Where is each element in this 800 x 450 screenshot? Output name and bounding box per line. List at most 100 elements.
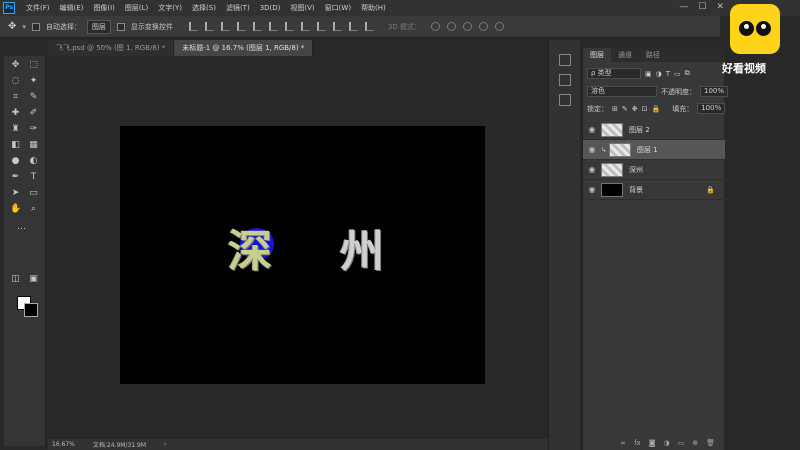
tab-paths[interactable]: 路径 <box>639 48 667 62</box>
gradient-tool-icon[interactable]: ▦ <box>28 140 39 151</box>
healing-brush-icon[interactable]: ✚ <box>10 108 21 119</box>
clone-stamp-icon[interactable]: ♜ <box>10 124 21 135</box>
minimize-icon[interactable]: — <box>679 2 688 12</box>
distribute-bottom-icon[interactable] <box>316 22 326 31</box>
3d-drag-icon[interactable] <box>462 22 472 31</box>
quick-mask-icon[interactable]: ◫ <box>10 274 21 285</box>
eraser-tool-icon[interactable]: ◧ <box>10 140 21 151</box>
blend-mode-dropdown[interactable]: 溶色 <box>587 86 657 97</box>
dodge-tool-icon[interactable]: ◐ <box>28 156 39 167</box>
menu-type[interactable]: 文字(Y) <box>153 3 187 13</box>
visibility-eye-icon[interactable]: ◉ <box>583 165 601 174</box>
properties-panel-icon[interactable] <box>559 74 571 86</box>
canvas[interactable]: 深 州 <box>120 126 485 384</box>
menu-file[interactable]: 文件(F) <box>21 3 55 13</box>
layer-style-icon[interactable]: fx <box>634 439 641 447</box>
menu-view[interactable]: 视图(V) <box>285 3 319 13</box>
align-vcenter-icon[interactable] <box>204 22 214 31</box>
new-layer-icon[interactable]: ⊕ <box>692 439 698 447</box>
auto-select-checkbox[interactable] <box>31 22 40 31</box>
show-transform-checkbox[interactable] <box>116 22 125 31</box>
blur-tool-icon[interactable]: ● <box>10 156 21 167</box>
status-menu-chevron-icon[interactable]: › <box>164 441 166 448</box>
filter-pixel-icon[interactable]: ▣ <box>645 70 652 78</box>
filter-smart-icon[interactable]: ⧉ <box>685 69 690 78</box>
move-tool-icon[interactable]: ✥ <box>8 21 16 32</box>
maximize-icon[interactable]: ☐ <box>698 2 706 12</box>
align-top-icon[interactable] <box>188 22 198 31</box>
eyedropper-icon[interactable]: ✎ <box>28 92 39 103</box>
menu-image[interactable]: 图像(I) <box>88 3 120 13</box>
align-bottom-icon[interactable] <box>220 22 230 31</box>
adjustments-panel-icon[interactable] <box>559 94 571 106</box>
tab-layers[interactable]: 图层 <box>583 48 611 62</box>
filter-shape-icon[interactable]: ▭ <box>674 70 681 78</box>
align-hcenter-icon[interactable] <box>252 22 262 31</box>
align-left-icon[interactable] <box>236 22 246 31</box>
3d-scale-icon[interactable] <box>494 22 504 31</box>
background-color-swatch[interactable] <box>24 303 38 317</box>
opacity-field[interactable]: 100% <box>700 86 729 97</box>
screen-mode-icon[interactable]: ▣ <box>28 274 39 285</box>
distribute-top-icon[interactable] <box>284 22 294 31</box>
zoom-tool-icon[interactable]: ⌕ <box>28 204 39 215</box>
crop-tool-icon[interactable]: ⌗ <box>10 92 21 103</box>
auto-select-target-dropdown[interactable]: 图层 <box>86 19 111 34</box>
align-right-icon[interactable] <box>268 22 278 31</box>
more-tools-icon[interactable]: … <box>16 222 27 233</box>
history-panel-icon[interactable] <box>559 54 571 66</box>
menu-edit[interactable]: 编辑(E) <box>55 3 89 13</box>
3d-roll-icon[interactable] <box>446 22 456 31</box>
new-group-icon[interactable]: ▭ <box>678 439 685 447</box>
menu-select[interactable]: 选择(S) <box>187 3 221 13</box>
menu-window[interactable]: 窗口(W) <box>320 3 356 13</box>
tab-untitled-1[interactable]: 未标题-1 @ 16.7% (图层 1, RGB/8) * <box>174 40 314 56</box>
lock-pixels-icon[interactable]: ⊞ <box>612 105 618 113</box>
close-icon[interactable]: ✕ <box>716 2 724 12</box>
lock-position-icon[interactable]: ✥ <box>632 105 638 113</box>
distribute-hcenter-icon[interactable] <box>348 22 358 31</box>
layer-row[interactable]: ◉ 背景 🔒 <box>583 180 725 200</box>
pen-tool-icon[interactable]: ✒ <box>10 172 21 183</box>
menu-help[interactable]: 帮助(H) <box>356 3 391 13</box>
filter-adjust-icon[interactable]: ◑ <box>656 70 662 78</box>
adjustment-layer-icon[interactable]: ◑ <box>664 439 670 447</box>
delete-layer-icon[interactable]: 🗑 <box>706 439 715 447</box>
rectangle-tool-icon[interactable]: ▭ <box>28 188 39 199</box>
marquee-tool-icon[interactable]: ⬚ <box>28 60 39 71</box>
type-tool-icon[interactable]: T <box>28 172 39 183</box>
distribute-right-icon[interactable] <box>364 22 374 31</box>
link-layers-icon[interactable]: ∞ <box>620 439 626 447</box>
layer-row[interactable]: ◉ 深州 <box>583 160 725 180</box>
tab-channels[interactable]: 通道 <box>611 48 639 62</box>
tab-feifei-psd[interactable]: 飞飞.psd @ 50% (图 1, RGB/8) * <box>48 40 175 56</box>
brush-tool-icon[interactable]: ✐ <box>28 108 39 119</box>
magic-wand-icon[interactable]: ✦ <box>28 76 39 87</box>
filter-type-icon[interactable]: T <box>666 70 670 78</box>
add-mask-icon[interactable]: ◙ <box>649 439 656 447</box>
menu-layer[interactable]: 图层(L) <box>120 3 153 13</box>
move-tool-icon[interactable]: ✥ <box>10 60 21 71</box>
layer-row[interactable]: ◉ 图层 2 <box>583 120 725 140</box>
menu-3d[interactable]: 3D(D) <box>255 4 286 12</box>
3d-rotate-icon[interactable] <box>430 22 440 31</box>
hand-tool-icon[interactable]: ✋ <box>10 204 21 215</box>
3d-slide-icon[interactable] <box>478 22 488 31</box>
lock-paint-icon[interactable]: ✎ <box>622 105 628 113</box>
lock-all-icon[interactable]: 🔒 <box>652 105 661 113</box>
lock-artboard-icon[interactable]: ⊡ <box>642 105 648 113</box>
tool-preset-chevron-icon[interactable]: ▾ <box>22 23 26 31</box>
path-select-icon[interactable]: ➤ <box>10 188 21 199</box>
layer-row[interactable]: ◉ ↳ 图层 1 <box>583 140 725 160</box>
distribute-left-icon[interactable] <box>332 22 342 31</box>
history-brush-icon[interactable]: ✑ <box>28 124 39 135</box>
visibility-eye-icon[interactable]: ◉ <box>583 185 601 194</box>
visibility-eye-icon[interactable]: ◉ <box>583 125 601 134</box>
menu-filter[interactable]: 滤镜(T) <box>221 3 255 13</box>
visibility-eye-icon[interactable]: ◉ <box>583 145 601 154</box>
lasso-tool-icon[interactable]: ◌ <box>10 76 21 87</box>
zoom-level[interactable]: 16.67% <box>52 441 75 448</box>
distribute-vcenter-icon[interactable] <box>300 22 310 31</box>
fill-field[interactable]: 100% <box>697 103 726 114</box>
layer-kind-filter[interactable]: ρ 类型 <box>587 68 641 79</box>
